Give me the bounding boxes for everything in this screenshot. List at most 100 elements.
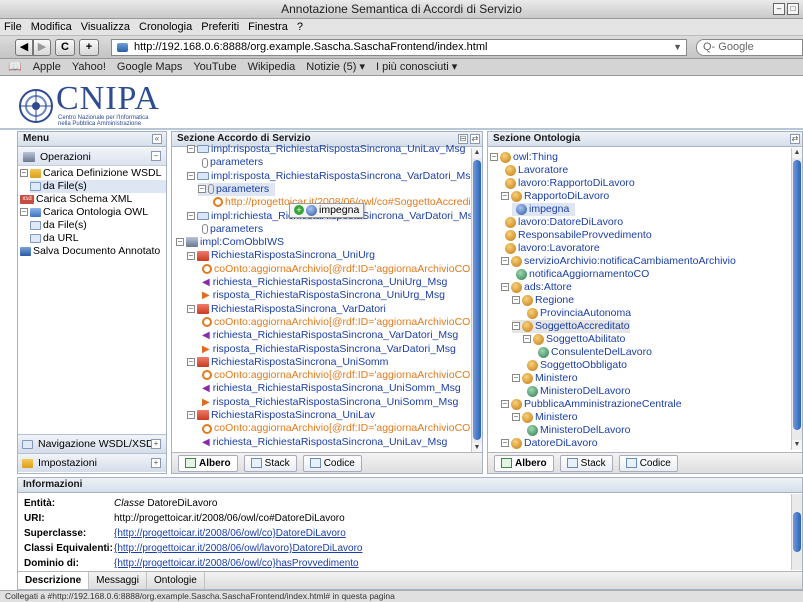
- ontologia-scrollbar[interactable]: ▲ ▼: [791, 148, 802, 450]
- collapse-toggle-icon[interactable]: –: [187, 251, 195, 260]
- collapse-toggle-icon[interactable]: –: [523, 335, 531, 344]
- menu-item-carica-wsdl[interactable]: – Carica Definizione WSDL: [20, 167, 161, 180]
- tree-node[interactable]: MinisteroDelLavoro: [523, 385, 630, 398]
- collapse-toggle-icon[interactable]: –: [512, 322, 520, 331]
- tab-stack[interactable]: Stack: [559, 454, 613, 472]
- collapse-toggle-icon[interactable]: –: [187, 304, 195, 313]
- menu-item-carica-schema-xml[interactable]: xsd Carica Schema XML: [20, 193, 132, 206]
- menu-file[interactable]: File: [4, 19, 22, 35]
- tree-node[interactable]: – RichiestaRispostaSincrona_UniUrg: [187, 249, 375, 262]
- accordo-scroll-thumb[interactable]: [473, 160, 481, 440]
- bookmarks-book-icon[interactable]: 📖: [8, 59, 22, 75]
- tab-codice[interactable]: Codice: [618, 454, 678, 472]
- tree-node[interactable]: – ads:Attore: [501, 281, 572, 294]
- tree-node[interactable]: ◀ richiesta_RichiestaRispostaSincrona_Uni…: [198, 276, 447, 289]
- tree-node[interactable]: ResponsabileProvvedimento: [501, 229, 652, 242]
- tree-node[interactable]: – parameters: [198, 182, 276, 196]
- settings-section[interactable]: Impostazioni +: [18, 453, 166, 472]
- reload-button[interactable]: C: [55, 38, 75, 56]
- tree-node[interactable]: – owl:Thing: [490, 151, 558, 164]
- bookmark-notizie[interactable]: Notizie (5) ▾: [306, 59, 365, 75]
- collapse-toggle-icon[interactable]: –: [20, 208, 28, 217]
- collapse-toggle-icon[interactable]: –: [198, 185, 206, 194]
- url-dropdown-icon[interactable]: ▼: [673, 40, 682, 55]
- collapse-toggle-icon[interactable]: –: [501, 192, 509, 201]
- menu-finestra[interactable]: Finestra: [248, 19, 288, 35]
- back-button[interactable]: ◀: [15, 38, 33, 56]
- tree-node[interactable]: – PubblicaAmministrazioneCentrale: [501, 398, 682, 411]
- scroll-up-icon[interactable]: ▲: [472, 148, 482, 158]
- operations-section-header[interactable]: Operazioni –: [18, 148, 166, 166]
- tree-node[interactable]: Lavoratore: [501, 164, 568, 177]
- tree-node[interactable]: lavoro:Lavoratore: [501, 242, 600, 255]
- tab-albero[interactable]: Albero: [178, 454, 238, 472]
- tree-node[interactable]: parameters: [198, 223, 263, 236]
- tree-node[interactable]: – Ministero: [512, 411, 578, 424]
- bookmark-wikipedia[interactable]: Wikipedia: [248, 59, 296, 75]
- tree-node[interactable]: – Regione: [512, 294, 574, 307]
- operations-collapse-icon[interactable]: –: [151, 151, 161, 161]
- collapse-toggle-icon[interactable]: –: [187, 171, 195, 180]
- expand-navigation-icon[interactable]: +: [151, 439, 161, 449]
- ontologia-scroll-thumb[interactable]: [793, 160, 801, 430]
- collapse-toggle-icon[interactable]: –: [187, 145, 195, 154]
- info-value-link[interactable]: {http://progettoicar.it/2008/06/owl/lavo…: [114, 543, 363, 554]
- tree-node[interactable]: lavoro:RapportoDiLavoro: [501, 177, 635, 190]
- tree-node[interactable]: ▶ risposta_RichiestaRispostaSincrona_UniU…: [198, 289, 445, 302]
- tree-node[interactable]: – SoggettoAccreditato: [512, 320, 630, 333]
- info-scrollbar[interactable]: [791, 494, 802, 570]
- collapse-toggle-icon[interactable]: –: [20, 169, 28, 178]
- accordo-scrollbar[interactable]: ▲ ▼: [471, 148, 482, 453]
- menu-item-salva-documento[interactable]: Salva Documento Annotato: [20, 245, 160, 258]
- info-value-link[interactable]: {http://progettoicar.it/2008/06/owl/co}D…: [114, 528, 346, 539]
- menu-visualizza[interactable]: Visualizza: [81, 19, 130, 35]
- menu-preferiti[interactable]: Preferiti: [201, 19, 239, 35]
- bookmark-google-maps[interactable]: Google Maps: [117, 59, 182, 75]
- info-value-link[interactable]: {http://progettoicar.it/2008/06/owl/co}h…: [114, 558, 359, 569]
- collapse-toggle-icon[interactable]: –: [187, 411, 195, 420]
- tree-node[interactable]: – impl:risposta_RichiestaRispostaSincrona…: [187, 143, 465, 156]
- url-field[interactable]: http://192.168.0.6:8888/org.example.Sasc…: [111, 39, 687, 56]
- bookmark-piu-conosciuti[interactable]: I più conosciuti ▾: [376, 59, 457, 75]
- collapse-toggle-icon[interactable]: –: [501, 257, 509, 266]
- tree-node[interactable]: – Ministero: [512, 372, 578, 385]
- tree-node[interactable]: ◀ richiesta_RichiestaRispostaSincrona_Uni…: [198, 436, 447, 448]
- collapse-toggle-icon[interactable]: –: [512, 374, 520, 383]
- tree-node[interactable]: – SoggettoAbilitato: [523, 333, 625, 346]
- tree-node[interactable]: notificaAggiornamentoCO: [512, 268, 649, 281]
- collapse-toggle-icon[interactable]: –: [512, 296, 520, 305]
- menu-item-owl-da-url[interactable]: da URL: [30, 232, 79, 245]
- tab-descrizione[interactable]: Descrizione: [18, 572, 90, 589]
- tree-node[interactable]: – impl:ComObbIWS: [176, 236, 284, 249]
- menu-item-owl-da-file[interactable]: da File(s): [30, 219, 87, 232]
- tree-node[interactable]: – RichiestaRispostaSincrona_UniLav: [187, 409, 375, 422]
- collapse-toggle-icon[interactable]: –: [512, 413, 520, 422]
- scroll-up-icon[interactable]: ▲: [792, 148, 802, 158]
- scroll-down-icon[interactable]: ▼: [792, 440, 802, 450]
- maximize-button[interactable]: □: [787, 3, 799, 15]
- bookmark-youtube[interactable]: YouTube: [193, 59, 236, 75]
- menu-item-wsdl-da-file[interactable]: da File(s): [30, 180, 166, 193]
- menu-item-carica-owl[interactable]: – Carica Ontologia OWL: [20, 206, 148, 219]
- tree-node[interactable]: – impl:risposta_RichiestaRispostaSincrona…: [187, 170, 476, 183]
- collapse-toggle-icon[interactable]: –: [187, 358, 195, 367]
- tab-albero[interactable]: Albero: [494, 454, 554, 472]
- collapse-toggle-icon[interactable]: –: [187, 211, 195, 220]
- new-tab-button[interactable]: +: [79, 38, 99, 56]
- tree-node[interactable]: ConsulenteDelLavoro: [534, 346, 652, 359]
- collapse-toggle-icon[interactable]: –: [501, 283, 509, 292]
- navigation-wsdl-section[interactable]: Navigazione WSDL/XSD +: [18, 434, 166, 453]
- tree-node[interactable]: lavoro:DatoreDiLavoro: [501, 216, 623, 229]
- tree-node[interactable]: ◀ richiesta_RichiestaRispostaSincrona_Var…: [198, 329, 458, 342]
- tree-node[interactable]: ▶ risposta_RichiestaRispostaSincrona_UniS…: [198, 396, 458, 409]
- tree-node[interactable]: – RichiestaRispostaSincrona_VarDatori: [187, 303, 386, 316]
- bookmark-apple[interactable]: Apple: [33, 59, 61, 75]
- tree-node[interactable]: coOnto:aggiornaArchivio[@rdf:ID='aggiorn…: [198, 263, 475, 276]
- tree-node[interactable]: – RichiestaRispostaSincrona_UniSomm: [187, 356, 388, 369]
- collapse-menu-button[interactable]: «: [152, 134, 162, 144]
- tree-node[interactable]: MinisteroDelLavoro: [523, 424, 630, 437]
- collapse-toggle-icon[interactable]: –: [176, 238, 184, 247]
- collapse-toggle-icon[interactable]: –: [501, 400, 509, 409]
- minimize-button[interactable]: –: [773, 3, 785, 15]
- ontologia-restore-icon[interactable]: ⇄: [790, 134, 800, 144]
